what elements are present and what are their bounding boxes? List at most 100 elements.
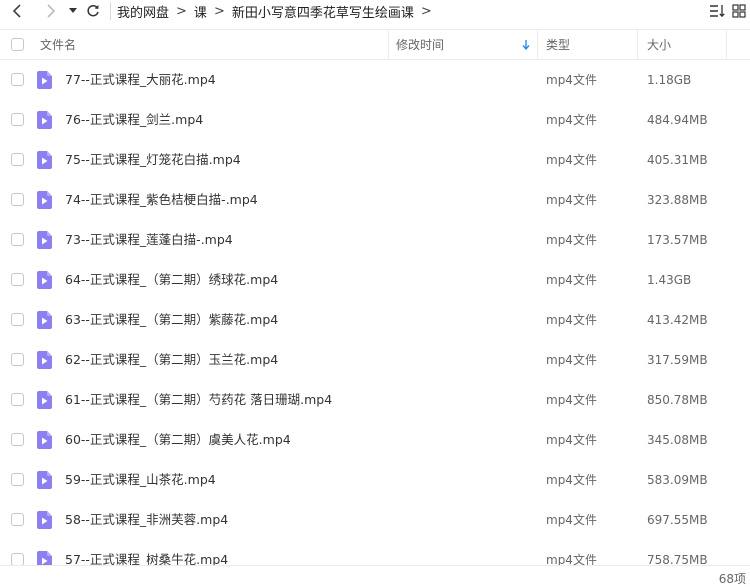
breadcrumb-item-root[interactable]: 我的网盘 — [115, 2, 171, 21]
select-all-checkbox[interactable] — [11, 38, 24, 51]
file-name[interactable]: 59--正式课程_山茶花.mp4 — [65, 460, 216, 500]
table-row[interactable]: 58--正式课程_非洲芙蓉.mp4 mp4文件 697.55MB — [0, 500, 750, 540]
back-button[interactable] — [6, 0, 28, 22]
column-divider — [726, 30, 727, 59]
table-row[interactable]: 64--正式课程_（第二期）绣球花.mp4 mp4文件 1.43GB — [0, 260, 750, 300]
column-header-type[interactable]: 类型 — [546, 30, 570, 59]
table-row[interactable]: 73--正式课程_莲蓬白描-.mp4 mp4文件 173.57MB — [0, 220, 750, 260]
row-checkbox[interactable] — [11, 433, 24, 446]
row-checkbox[interactable] — [11, 313, 24, 326]
file-name[interactable]: 60--正式课程_（第二期）虞美人花.mp4 — [65, 420, 291, 460]
file-size: 758.75MB — [647, 553, 708, 565]
history-dropdown-button[interactable] — [66, 0, 80, 22]
file-name[interactable]: 76--正式课程_剑兰.mp4 — [65, 100, 203, 140]
forward-button[interactable] — [40, 0, 62, 22]
video-file-icon — [37, 271, 52, 289]
file-list: 77--正式课程_大丽花.mp4 mp4文件 1.18GB 76--正式课程_剑… — [0, 60, 750, 565]
sort-button[interactable] — [706, 0, 728, 22]
file-type: mp4文件 — [546, 433, 597, 447]
table-row[interactable]: 63--正式课程_（第二期）紫藤花.mp4 mp4文件 413.42MB — [0, 300, 750, 340]
column-divider — [637, 30, 638, 59]
file-type: mp4文件 — [546, 513, 597, 527]
select-all-cell — [11, 30, 24, 59]
sort-descending-icon — [522, 40, 530, 50]
video-file-icon — [37, 231, 52, 249]
file-name[interactable]: 64--正式课程_（第二期）绣球花.mp4 — [65, 260, 278, 300]
file-size: 323.88MB — [647, 193, 708, 207]
row-checkbox[interactable] — [11, 553, 24, 565]
table-row[interactable]: 60--正式课程_（第二期）虞美人花.mp4 mp4文件 345.08MB — [0, 420, 750, 460]
refresh-button[interactable] — [82, 0, 104, 22]
view-controls — [706, 0, 750, 22]
breadcrumb: 我的网盘 > 课 > 新田小写意四季花草写生绘画课 > — [115, 2, 437, 21]
chevron-left-icon — [12, 4, 21, 18]
refresh-icon — [87, 4, 99, 17]
video-file-icon — [37, 311, 52, 329]
file-size: 583.09MB — [647, 473, 708, 487]
row-checkbox[interactable] — [11, 393, 24, 406]
file-type: mp4文件 — [546, 73, 597, 87]
file-size: 173.57MB — [647, 233, 708, 247]
breadcrumb-separator: > — [176, 3, 187, 19]
file-type: mp4文件 — [546, 313, 597, 327]
file-type: mp4文件 — [546, 353, 597, 367]
file-size: 697.55MB — [647, 513, 708, 527]
status-bar: 68项 — [0, 565, 750, 587]
video-file-icon — [37, 351, 52, 369]
file-type: mp4文件 — [546, 273, 597, 287]
row-checkbox[interactable] — [11, 73, 24, 86]
file-name[interactable]: 57--正式课程_树桑牛花.mp4 — [65, 540, 228, 565]
column-header-name[interactable]: 文件名 — [40, 30, 76, 59]
file-size: 1.18GB — [647, 73, 692, 87]
breadcrumb-item-current[interactable]: 新田小写意四季花草写生绘画课 — [230, 2, 416, 21]
file-size: 405.31MB — [647, 153, 708, 167]
file-type: mp4文件 — [546, 473, 597, 487]
file-name[interactable]: 61--正式课程_（第二期）芍药花 落日珊瑚.mp4 — [65, 380, 332, 420]
video-file-icon — [37, 151, 52, 169]
table-header: 文件名 修改时间 类型 大小 — [0, 29, 750, 60]
table-row[interactable]: 74--正式课程_紫色桔梗白描-.mp4 mp4文件 323.88MB — [0, 180, 750, 220]
column-header-size[interactable]: 大小 — [647, 30, 671, 59]
table-row[interactable]: 57--正式课程_树桑牛花.mp4 mp4文件 758.75MB — [0, 540, 750, 565]
breadcrumb-separator: > — [420, 3, 432, 19]
video-file-icon — [37, 111, 52, 129]
file-name[interactable]: 63--正式课程_（第二期）紫藤花.mp4 — [65, 300, 278, 340]
row-checkbox[interactable] — [11, 113, 24, 126]
row-checkbox[interactable] — [11, 153, 24, 166]
table-row[interactable]: 76--正式课程_剑兰.mp4 mp4文件 484.94MB — [0, 100, 750, 140]
table-row[interactable]: 62--正式课程_（第二期）玉兰花.mp4 mp4文件 317.59MB — [0, 340, 750, 380]
sort-list-icon — [710, 5, 725, 18]
file-name[interactable]: 74--正式课程_紫色桔梗白描-.mp4 — [65, 180, 258, 220]
file-size: 484.94MB — [647, 113, 708, 127]
row-checkbox[interactable] — [11, 233, 24, 246]
grid-view-button[interactable] — [728, 0, 750, 22]
video-file-icon — [37, 551, 52, 565]
video-file-icon — [37, 391, 52, 409]
table-row[interactable]: 75--正式课程_灯笼花白描.mp4 mp4文件 405.31MB — [0, 140, 750, 180]
breadcrumb-item-folder[interactable]: 课 — [192, 2, 209, 21]
file-type: mp4文件 — [546, 193, 597, 207]
file-name[interactable]: 58--正式课程_非洲芙蓉.mp4 — [65, 500, 228, 540]
row-checkbox[interactable] — [11, 273, 24, 286]
row-checkbox[interactable] — [11, 473, 24, 486]
row-checkbox[interactable] — [11, 513, 24, 526]
table-row[interactable]: 61--正式课程_（第二期）芍药花 落日珊瑚.mp4 mp4文件 850.78M… — [0, 380, 750, 420]
video-file-icon — [37, 191, 52, 209]
column-header-modified[interactable]: 修改时间 — [396, 30, 536, 59]
item-count: 68项 — [718, 572, 746, 586]
video-file-icon — [37, 431, 52, 449]
column-header-modified-label: 修改时间 — [396, 38, 445, 52]
row-checkbox[interactable] — [11, 353, 24, 366]
navigation-bar: 我的网盘 > 课 > 新田小写意四季花草写生绘画课 > — [0, 0, 750, 22]
table-row[interactable]: 77--正式课程_大丽花.mp4 mp4文件 1.18GB — [0, 60, 750, 100]
file-name[interactable]: 73--正式课程_莲蓬白描-.mp4 — [65, 220, 233, 260]
file-name[interactable]: 62--正式课程_（第二期）玉兰花.mp4 — [65, 340, 278, 380]
file-name[interactable]: 77--正式课程_大丽花.mp4 — [65, 60, 216, 100]
caret-down-icon — [69, 8, 77, 13]
grid-view-icon — [732, 4, 746, 18]
nav-divider — [110, 2, 111, 20]
row-checkbox[interactable] — [11, 193, 24, 206]
file-size: 850.78MB — [647, 393, 708, 407]
file-name[interactable]: 75--正式课程_灯笼花白描.mp4 — [65, 140, 241, 180]
table-row[interactable]: 59--正式课程_山茶花.mp4 mp4文件 583.09MB — [0, 460, 750, 500]
